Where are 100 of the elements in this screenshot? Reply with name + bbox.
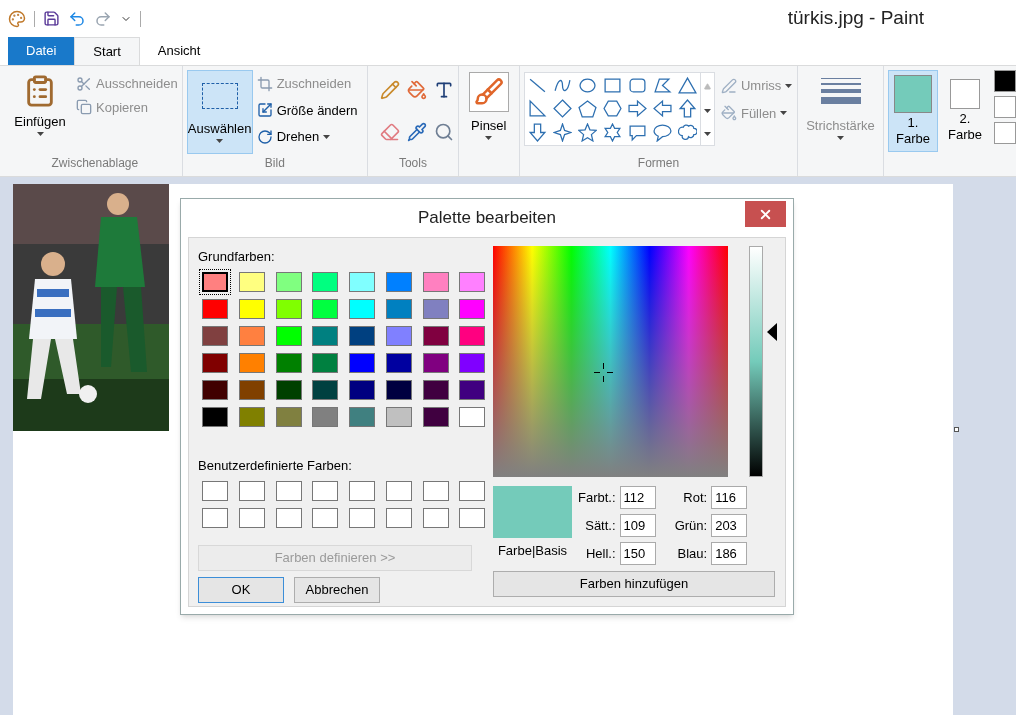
- color-swatch[interactable]: [238, 406, 265, 427]
- oval-callout-icon[interactable]: [652, 122, 672, 142]
- color-swatch[interactable]: [312, 298, 339, 319]
- color-swatch[interactable]: [312, 379, 339, 400]
- custom-color-swatch[interactable]: [312, 481, 339, 501]
- polygon-icon[interactable]: [652, 76, 672, 95]
- left-arrow-icon[interactable]: [652, 99, 672, 119]
- color-swatch[interactable]: [349, 352, 375, 373]
- palette-color[interactable]: [994, 96, 1016, 118]
- color-swatch[interactable]: [385, 352, 412, 373]
- ellipse-icon[interactable]: [577, 76, 597, 95]
- up-arrow-icon[interactable]: [677, 99, 697, 119]
- color-swatch[interactable]: [385, 271, 412, 292]
- pentagon-icon[interactable]: [577, 99, 597, 119]
- color-swatch[interactable]: [275, 271, 302, 292]
- color-swatch[interactable]: [349, 298, 375, 319]
- paint-app-icon[interactable]: [8, 9, 26, 28]
- color-swatch[interactable]: [422, 298, 449, 319]
- color-swatch[interactable]: [385, 298, 412, 319]
- custom-color-swatch[interactable]: [275, 508, 302, 528]
- ribbon-tab[interactable]: Start: [74, 37, 140, 65]
- diamond-icon[interactable]: [552, 99, 572, 119]
- ribbon-tab[interactable]: Datei: [8, 37, 75, 65]
- color-swatch[interactable]: [202, 271, 228, 292]
- color-swatch[interactable]: [238, 379, 265, 400]
- ribbon-tab[interactable]: Ansicht: [139, 37, 219, 65]
- color-swatch[interactable]: [459, 352, 486, 373]
- color-swatch[interactable]: [422, 406, 449, 427]
- custom-color-swatch[interactable]: [459, 481, 486, 501]
- color-spectrum[interactable]: [493, 246, 728, 477]
- color-swatch[interactable]: [349, 379, 375, 400]
- color-swatch[interactable]: [312, 352, 339, 373]
- color-swatch[interactable]: [349, 325, 375, 346]
- magnifier-icon[interactable]: [433, 122, 454, 142]
- custom-color-swatch[interactable]: [385, 481, 412, 501]
- color-slot-button[interactable]: 2. Farbe: [940, 70, 990, 152]
- color-swatch[interactable]: [275, 298, 302, 319]
- color-swatch[interactable]: [238, 325, 265, 346]
- color-swatch[interactable]: [202, 406, 228, 427]
- cancel-button[interactable]: Abbrechen: [294, 577, 380, 603]
- color-swatch[interactable]: [238, 271, 265, 292]
- palette-color[interactable]: [994, 70, 1016, 92]
- paint-bucket-icon[interactable]: [406, 80, 427, 100]
- number-field[interactable]: 116: [711, 486, 748, 509]
- color-swatch[interactable]: [202, 352, 228, 373]
- custom-color-swatch[interactable]: [349, 481, 375, 501]
- number-field[interactable]: 112: [619, 486, 656, 509]
- color-swatch[interactable]: [275, 406, 302, 427]
- color-swatch[interactable]: [312, 325, 339, 346]
- number-field[interactable]: 150: [619, 542, 656, 565]
- color-swatch[interactable]: [202, 298, 228, 319]
- number-field[interactable]: 109: [619, 514, 656, 537]
- color-swatch[interactable]: [459, 406, 486, 427]
- number-field[interactable]: 203: [711, 514, 748, 537]
- save-icon[interactable]: [43, 10, 60, 27]
- right-triangle-icon[interactable]: [527, 99, 547, 119]
- pencil-icon[interactable]: [380, 80, 401, 100]
- color-swatch[interactable]: [312, 271, 339, 292]
- custom-color-swatch[interactable]: [202, 481, 228, 501]
- image-button[interactable]: Drehen: [256, 127, 358, 147]
- color-swatch[interactable]: [349, 406, 375, 427]
- palette-color[interactable]: [994, 122, 1016, 144]
- eraser-icon[interactable]: [380, 122, 401, 142]
- custom-color-swatch[interactable]: [349, 508, 375, 528]
- color-swatch[interactable]: [459, 271, 486, 292]
- color-slot-button[interactable]: 1. Farbe: [888, 70, 938, 152]
- color-swatch[interactable]: [422, 379, 449, 400]
- select-button[interactable]: Auswählen: [186, 70, 253, 154]
- custom-color-swatch[interactable]: [238, 508, 265, 528]
- color-swatch[interactable]: [312, 406, 339, 427]
- brushes-button[interactable]: Pinsel: [462, 70, 515, 157]
- color-swatch[interactable]: [385, 406, 412, 427]
- color-swatch[interactable]: [275, 352, 302, 373]
- color-swatch[interactable]: [202, 379, 228, 400]
- color-swatch[interactable]: [422, 271, 449, 292]
- four-point-star-icon[interactable]: [552, 122, 572, 142]
- color-swatch[interactable]: [385, 379, 412, 400]
- paste-button[interactable]: Einfügen: [12, 70, 68, 154]
- custom-color-swatch[interactable]: [422, 508, 449, 528]
- ok-button[interactable]: OK: [198, 577, 284, 603]
- add-colors-button[interactable]: Farben hinzufügen: [493, 571, 775, 597]
- line-icon[interactable]: [527, 76, 547, 95]
- undo-icon[interactable]: [68, 9, 86, 28]
- cloud-callout-icon[interactable]: [677, 122, 697, 142]
- color-swatch[interactable]: [202, 325, 228, 346]
- color-swatch[interactable]: [459, 379, 486, 400]
- close-button[interactable]: [745, 201, 786, 227]
- color-swatch[interactable]: [385, 325, 412, 346]
- rectangle-icon[interactable]: [602, 76, 622, 95]
- color-swatch[interactable]: [422, 352, 449, 373]
- color-swatch[interactable]: [275, 325, 302, 346]
- triangle-icon[interactable]: [677, 76, 697, 95]
- custom-color-swatch[interactable]: [312, 508, 339, 528]
- custom-color-swatch[interactable]: [385, 508, 412, 528]
- color-swatch[interactable]: [349, 271, 375, 292]
- luminance-pointer[interactable]: [767, 322, 777, 341]
- color-swatch[interactable]: [459, 298, 486, 319]
- down-arrow-icon[interactable]: [527, 122, 547, 142]
- right-arrow-icon[interactable]: [627, 99, 647, 119]
- color-swatch[interactable]: [238, 352, 265, 373]
